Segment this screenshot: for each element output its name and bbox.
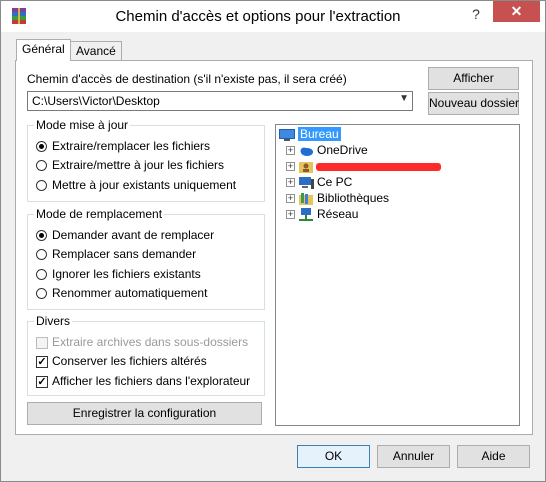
radio-button[interactable] <box>36 249 47 260</box>
tree-item-label: Ce PC <box>317 175 353 189</box>
tree-item-label: Bureau <box>298 127 341 141</box>
cloud-icon <box>300 147 313 156</box>
ok-button[interactable]: OK <box>297 445 370 468</box>
misc-option-label: Afficher les fichiers dans l'explorateur <box>52 374 251 388</box>
expand-icon[interactable]: + <box>286 146 295 155</box>
library-icon <box>299 193 313 205</box>
destination-path-combobox[interactable]: C:\Users\Victor\Desktop ▼ <box>27 91 413 111</box>
update-option-label: Extraire/remplacer les fichiers <box>52 139 211 153</box>
user-folder-icon <box>299 162 313 173</box>
update-mode-group: Mode mise à jour Extraire/remplacer les … <box>27 118 265 202</box>
show-button[interactable]: Afficher <box>428 67 519 90</box>
tree-item-label: Bibliothèques <box>317 191 390 205</box>
new-folder-button[interactable]: Nouveau dossier <box>428 92 519 115</box>
radio-button[interactable] <box>36 230 47 241</box>
misc-option-label: Conserver les fichiers altérés <box>52 354 207 368</box>
radio-button[interactable] <box>36 141 47 152</box>
overwrite-option-label: Renommer automatiquement <box>52 286 208 300</box>
destination-path-value: C:\Users\Victor\Desktop <box>32 94 160 108</box>
update-mode-title: Mode mise à jour <box>34 118 131 132</box>
overwrite-option-label: Demander avant de remplacer <box>52 228 215 242</box>
chevron-down-icon[interactable]: ▼ <box>399 93 409 104</box>
checkbox[interactable]: ✓ <box>36 356 48 368</box>
title-help-button[interactable]: ? <box>466 4 486 24</box>
misc-title: Divers <box>34 314 73 328</box>
radio-button[interactable] <box>36 288 47 299</box>
destination-label: Chemin d'accès de destination (s'il n'ex… <box>27 72 347 86</box>
tree-item-label: OneDrive <box>317 143 368 157</box>
update-option-label: Extraire/mettre à jour les fichiers <box>52 158 225 172</box>
radio-button[interactable] <box>36 160 47 171</box>
winrar-icon <box>12 8 26 24</box>
save-configuration-button[interactable]: Enregistrer la configuration <box>27 402 262 425</box>
expand-icon[interactable]: + <box>286 210 295 219</box>
help-button[interactable]: Aide <box>457 445 530 468</box>
update-option-label: Mettre à jour existants uniquement <box>52 178 237 192</box>
misc-group: Divers Extraire archives dans sous-dossi… <box>27 314 265 396</box>
cancel-button[interactable]: Annuler <box>377 445 450 468</box>
network-icon <box>299 208 313 221</box>
desktop-icon <box>279 129 295 141</box>
radio-button[interactable] <box>36 269 47 280</box>
radio-button[interactable] <box>36 180 47 191</box>
expand-icon[interactable]: + <box>286 178 295 187</box>
overwrite-option-label: Remplacer sans demander <box>52 247 197 261</box>
extraction-dialog: Chemin d'accès et options pour l'extract… <box>0 0 546 482</box>
tab-advanced[interactable]: Avancé <box>70 41 122 60</box>
overwrite-mode-title: Mode de remplacement <box>34 207 165 221</box>
overwrite-option-label: Ignorer les fichiers existants <box>52 267 201 281</box>
general-tab-panel: Chemin d'accès de destination (s'il n'ex… <box>15 60 533 435</box>
computer-icon <box>299 177 314 189</box>
misc-option-label: Extraire archives dans sous-dossiers <box>52 335 249 349</box>
window-title: Chemin d'accès et options pour l'extract… <box>115 8 401 25</box>
title-bar: Chemin d'accès et options pour l'extract… <box>1 1 545 32</box>
checkbox[interactable]: ✓ <box>36 376 48 388</box>
tree-item-label: Réseau <box>317 207 359 221</box>
redacted-label <box>316 163 441 171</box>
expand-icon[interactable]: + <box>286 162 295 171</box>
folder-tree[interactable]: Bureau + OneDrive + + Ce PC + Bibliothèq… <box>275 124 520 426</box>
overwrite-mode-group: Mode de remplacement Demander avant de r… <box>27 207 265 310</box>
expand-icon[interactable]: + <box>286 194 295 203</box>
close-button[interactable]: ✕ <box>493 1 540 22</box>
tab-general[interactable]: Général <box>16 39 71 61</box>
checkbox[interactable] <box>36 337 48 349</box>
